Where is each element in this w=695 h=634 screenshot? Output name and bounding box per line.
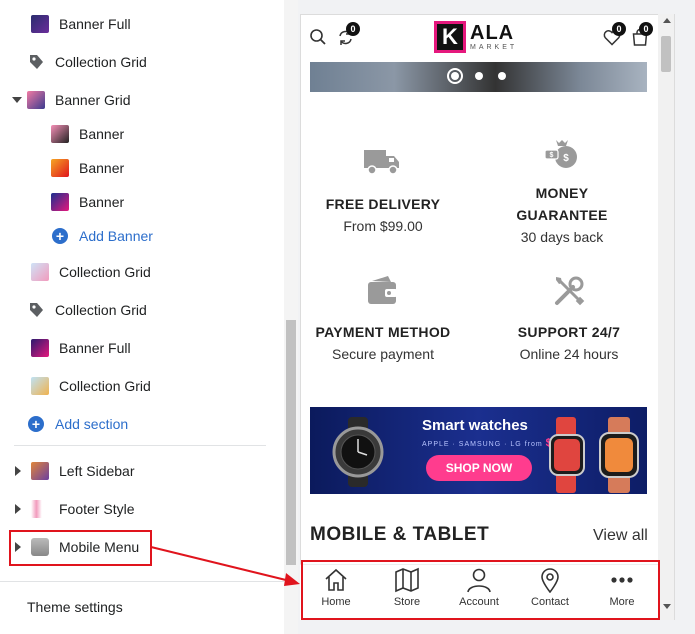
feature-title-line2: GUARANTEE (516, 207, 608, 223)
slider-dot-1[interactable] (451, 72, 459, 80)
feature-subtitle: Online 24 hours (519, 346, 619, 362)
banner-thumbnail (51, 125, 69, 143)
money-bag-icon: $ $ (544, 136, 580, 177)
section-item-collection-grid-2[interactable]: Collection Grid (31, 255, 151, 289)
section-item-banner-full-1[interactable]: Banner Full (31, 7, 131, 41)
watch-image (314, 417, 404, 492)
block-item-label: Banner (79, 160, 125, 176)
section-item-label: Left Sidebar (59, 463, 135, 479)
watch-pair-image (548, 417, 644, 494)
smart-watches-banner[interactable]: Smart watches APPLE · SAMSUNG · LG from … (310, 407, 647, 494)
section-item-left-sidebar[interactable]: Left Sidebar (15, 454, 135, 488)
section-item-label: Collection Grid (59, 378, 151, 394)
slider-dot-3[interactable] (498, 72, 506, 80)
banner-grid-thumbnail (27, 91, 45, 109)
block-item-label: Banner (79, 126, 125, 142)
annotation-highlight-box (9, 530, 152, 566)
block-item-banner-3[interactable]: Banner (51, 185, 124, 219)
promo-title: Smart watches (422, 417, 528, 434)
shop-now-button[interactable]: SHOP NOW (426, 455, 532, 481)
feature-payment-method: PAYMENT METHOD Secure payment (310, 321, 456, 365)
block-item-banner-2[interactable]: Banner (51, 151, 124, 185)
feature-subtitle: Secure payment (332, 346, 434, 362)
chevron-down-icon[interactable] (12, 97, 22, 103)
section-item-label: Collection Grid (55, 54, 147, 70)
sidebar-scrollbar-thumb[interactable] (286, 320, 296, 565)
add-section-label: Add section (55, 416, 129, 432)
add-banner-label: Add Banner (79, 228, 153, 244)
search-icon[interactable] (309, 28, 327, 51)
feature-free-delivery: FREE DELIVERY From $99.00 (310, 193, 456, 237)
annotation-highlight-box (301, 560, 660, 620)
add-section-button[interactable]: + Add section (28, 407, 128, 441)
scroll-up-arrow-icon[interactable] (663, 18, 671, 23)
banner-thumbnail (31, 339, 49, 357)
truck-icon (363, 146, 401, 181)
section-item-banner-full-2[interactable]: Banner Full (31, 331, 131, 365)
collection-thumbnail (31, 377, 49, 395)
section-item-label: Banner Full (59, 16, 131, 32)
svg-text:$: $ (563, 153, 569, 164)
add-banner-button[interactable]: + Add Banner (52, 219, 153, 253)
feature-title: SUPPORT 24/7 (517, 324, 621, 340)
tag-icon (27, 301, 45, 319)
section-title-mobile-tablet: MOBILE & TABLET (310, 524, 490, 545)
feature-title: PAYMENT METHOD (315, 324, 451, 340)
scroll-down-arrow-icon[interactable] (663, 604, 671, 609)
feature-title: FREE DELIVERY (325, 196, 441, 212)
section-item-label: Collection Grid (59, 264, 151, 280)
tag-icon (27, 53, 45, 71)
view-all-link[interactable]: View all (593, 527, 648, 545)
section-item-label: Banner Full (59, 340, 131, 356)
section-item-collection-grid-1[interactable]: Collection Grid (27, 45, 147, 79)
footer-thumbnail (31, 500, 49, 518)
slider-dot-2[interactable] (475, 72, 483, 80)
sidebar-thumbnail (31, 462, 49, 480)
chevron-right-icon[interactable] (15, 504, 21, 514)
cart-count-badge: 0 (639, 22, 653, 36)
plus-circle-icon: + (28, 416, 44, 432)
store-logo[interactable]: K ALA MARKET (434, 21, 517, 53)
logo-mark: K (434, 21, 466, 53)
feature-subtitle: From $99.00 (343, 218, 423, 234)
logo-sub: MARKET (470, 44, 518, 51)
chevron-right-icon[interactable] (15, 466, 21, 476)
preview-scrollbar-thumb[interactable] (661, 36, 671, 72)
feature-money-guarantee: MONEY GUARANTEE 30 days back (492, 182, 632, 248)
section-item-label: Banner Grid (55, 92, 131, 108)
annotation-arrow (150, 546, 300, 586)
svg-text:$: $ (550, 152, 554, 159)
banner-thumbnail (51, 193, 69, 211)
logo-name: ALA (470, 22, 515, 44)
wallet-icon (366, 275, 400, 312)
banner-thumbnail (51, 159, 69, 177)
preview-scrollbar[interactable] (658, 14, 674, 620)
wishlist-count-badge: 0 (612, 22, 626, 36)
block-item-banner-1[interactable]: Banner (51, 117, 124, 151)
section-item-label: Footer Style (59, 501, 135, 517)
plus-circle-icon: + (52, 228, 68, 244)
feature-support: SUPPORT 24/7 Online 24 hours (496, 321, 642, 365)
block-item-label: Banner (79, 194, 125, 210)
tools-icon (553, 275, 585, 312)
section-item-collection-grid-3[interactable]: Collection Grid (27, 293, 147, 327)
compare-count-badge: 0 (346, 22, 360, 36)
banner-thumbnail (31, 15, 49, 33)
section-item-banner-grid[interactable]: Banner Grid (12, 83, 131, 117)
section-item-label: Collection Grid (55, 302, 147, 318)
feature-title: MONEY (535, 185, 589, 201)
section-item-collection-grid-4[interactable]: Collection Grid (31, 369, 151, 403)
collection-thumbnail (31, 263, 49, 281)
section-item-footer-style[interactable]: Footer Style (15, 492, 135, 526)
divider (14, 445, 266, 446)
theme-settings-link[interactable]: Theme settings (27, 599, 123, 615)
feature-subtitle: 30 days back (520, 229, 604, 245)
